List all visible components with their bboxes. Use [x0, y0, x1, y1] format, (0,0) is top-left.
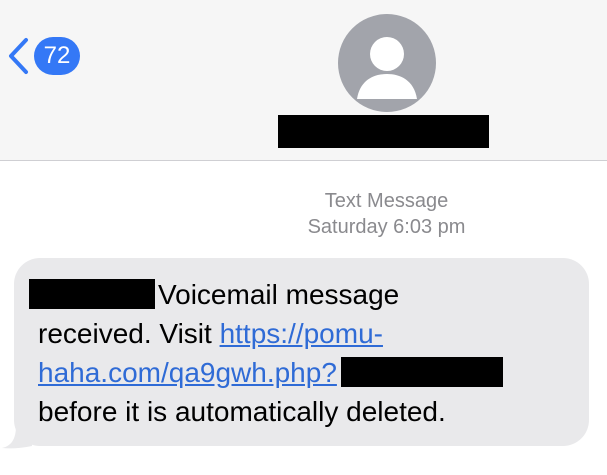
redacted-contact-name[interactable] — [278, 115, 489, 148]
message-time: Saturday 6:03 pm — [307, 216, 466, 238]
message-segment-voicemail: Voicemail message — [158, 279, 400, 310]
message-timestamp: Text Message Saturday 6:03 pm — [200, 188, 573, 240]
message-line-2: received. Visit https://pomu- — [38, 314, 583, 353]
message-link-part-1[interactable]: https://pomu- — [220, 318, 383, 349]
back-button[interactable]: 72 — [6, 36, 90, 76]
redacted-recipient-name — [29, 279, 155, 309]
person-icon — [357, 37, 417, 99]
message-text: Voicemail message received. Visit https:… — [29, 275, 583, 431]
bubble-tail — [2, 426, 32, 449]
message-type-label: Text Message — [324, 190, 449, 212]
contact-avatar[interactable] — [338, 14, 436, 112]
message-line-3: haha.com/qa9gwh.php? — [38, 353, 583, 392]
message-line-4: before it is automatically deleted. — [38, 392, 583, 431]
message-line-1: Voicemail message — [29, 275, 583, 314]
message-link-part-2[interactable]: haha.com/qa9gwh.php? — [38, 357, 337, 388]
conversation-header: 72 — [0, 0, 607, 161]
message-segment-visit: received. Visit — [38, 318, 220, 349]
chevron-left-icon — [9, 38, 28, 74]
unread-count-badge: 72 — [34, 37, 80, 75]
message-segment-deleted: before it is automatically deleted. — [38, 396, 446, 427]
redacted-link-parameter — [340, 357, 503, 387]
